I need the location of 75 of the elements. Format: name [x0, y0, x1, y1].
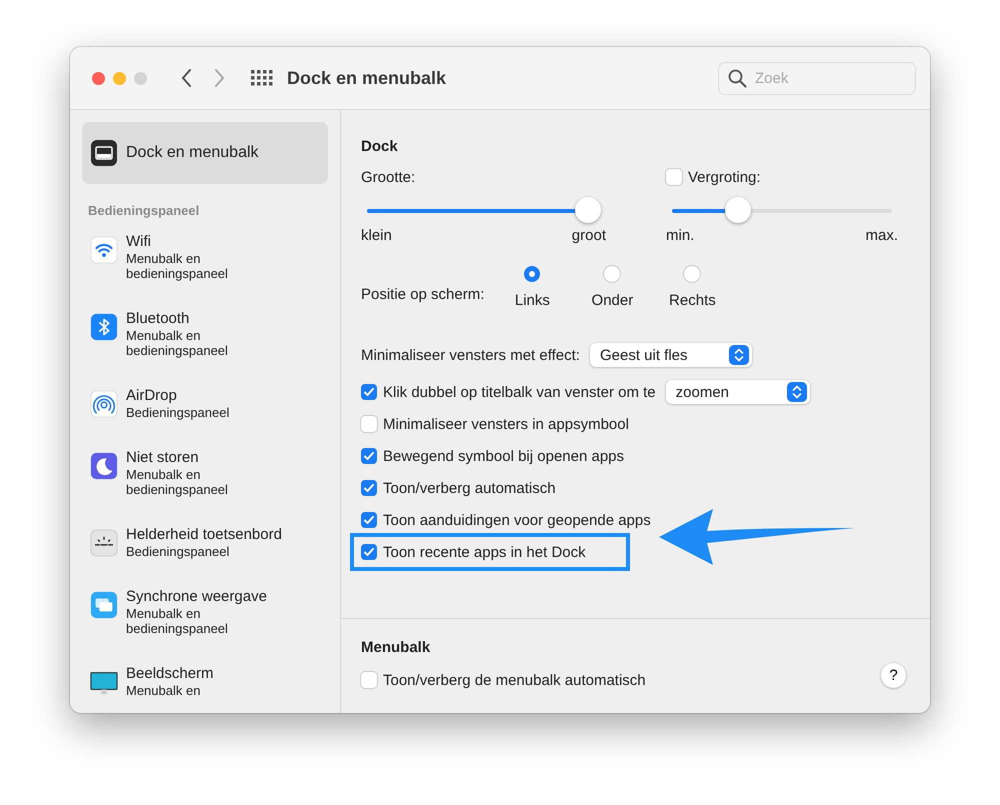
checkbox-label: Klik dubbel op titelbalk van venster om te	[383, 384, 656, 400]
checkbox[interactable]	[361, 384, 377, 400]
grid-icon[interactable]	[251, 70, 273, 86]
item-title[interactable]: Bluetooth	[126, 310, 256, 328]
max-label: groot	[572, 227, 606, 244]
checkmark-icon	[363, 514, 375, 526]
checkbox-label: Toon/verberg automatisch	[383, 480, 556, 496]
checkmark-icon	[363, 386, 375, 398]
search-field[interactable]: Zoek	[718, 62, 916, 94]
checkbox-label: Minimaliseer vensters in appsymbool	[383, 416, 629, 432]
checkbox-label: Toon aanduidingen voor geopende apps	[383, 512, 651, 528]
item-subtitle: Menubalk en bedieningspaneel	[126, 467, 229, 497]
forward-icon[interactable]	[213, 68, 225, 88]
sidebar-item[interactable]: Dock en menubalk	[82, 122, 328, 184]
item-subtitle: Bedieningspaneel	[126, 544, 230, 559]
section-heading: Dock	[361, 138, 399, 155]
checkmark-icon	[363, 482, 375, 494]
option-label: Minimaliseer vensters met effect:	[361, 346, 580, 364]
item-subtitle: Menubalk en bedieningspaneel	[126, 328, 229, 358]
radio-label: Onder	[592, 292, 634, 309]
checkbox-label: Vergroting:	[688, 168, 761, 186]
radio-button[interactable]	[604, 266, 620, 282]
checkbox[interactable]	[361, 512, 377, 528]
minimize-button[interactable]	[113, 72, 126, 84]
item-title[interactable]: Niet storen	[126, 449, 256, 467]
max-label: max.	[865, 227, 898, 244]
zoom-button[interactable]	[134, 72, 147, 84]
stepper-icon	[786, 382, 807, 402]
item-title[interactable]: AirDrop	[126, 387, 256, 405]
screens-icon	[90, 591, 118, 619]
radio-label: Links	[514, 292, 550, 309]
item-subtitle: Bedieningspaneel	[126, 405, 230, 420]
moon-icon	[90, 452, 118, 480]
item-title[interactable]: Synchrone weergave	[126, 588, 267, 606]
help-button[interactable]: ?	[881, 663, 906, 688]
min-label: min.	[666, 227, 694, 244]
item-subtitle: Menubalk en bedieningspaneel	[126, 606, 229, 636]
checkbox[interactable]	[361, 480, 377, 496]
slider-label: Grootte:	[361, 168, 416, 186]
checkbox[interactable]	[361, 416, 377, 432]
checkmark-icon	[363, 450, 375, 462]
slider-thumb[interactable]	[725, 197, 751, 223]
keyboard-brightness-icon	[90, 529, 118, 557]
close-button[interactable]	[92, 72, 105, 84]
popup-menu[interactable]: Geest uit fles	[590, 343, 752, 367]
radio-button[interactable]	[524, 266, 540, 282]
radio-button[interactable]	[684, 266, 700, 282]
stepper-icon	[728, 345, 749, 365]
wifi-icon	[90, 236, 118, 264]
item-title[interactable]: Helderheid toetsenbord	[126, 526, 282, 544]
item-title[interactable]: Beeldscherm	[126, 665, 256, 683]
bluetooth-icon	[90, 313, 118, 341]
back-icon[interactable]	[181, 68, 193, 88]
item-subtitle: Menubalk en bedieningspaneel	[126, 251, 229, 281]
slider-thumb[interactable]	[575, 197, 602, 223]
checkbox-label: Toon recente apps in het Dock	[383, 544, 586, 560]
radio-group-label: Positie op scherm:	[361, 286, 484, 303]
checkbox[interactable]	[361, 544, 377, 560]
checkbox[interactable]	[666, 169, 682, 185]
item-title[interactable]: Wifi	[126, 233, 256, 251]
checkbox-label: Bewegend symbool bij openen apps	[383, 448, 624, 464]
checkbox[interactable]	[361, 448, 377, 464]
checkbox-label: Toon/verberg de menubalk automatisch	[383, 672, 646, 688]
window-title: Dock en menubalk	[287, 68, 446, 88]
dock-icon	[90, 139, 118, 167]
checkmark-icon	[363, 546, 375, 558]
airdrop-icon	[90, 390, 118, 418]
section-header: Bedieningspaneel	[88, 203, 200, 218]
search-icon	[728, 68, 747, 88]
popup-menu[interactable]: zoomen	[666, 380, 810, 404]
checkbox[interactable]	[361, 672, 377, 688]
min-label: klein	[361, 227, 392, 244]
item-subtitle: Menubalk en	[126, 683, 202, 698]
radio-label: Rechts	[669, 292, 716, 309]
section-heading: Menubalk	[361, 639, 432, 656]
